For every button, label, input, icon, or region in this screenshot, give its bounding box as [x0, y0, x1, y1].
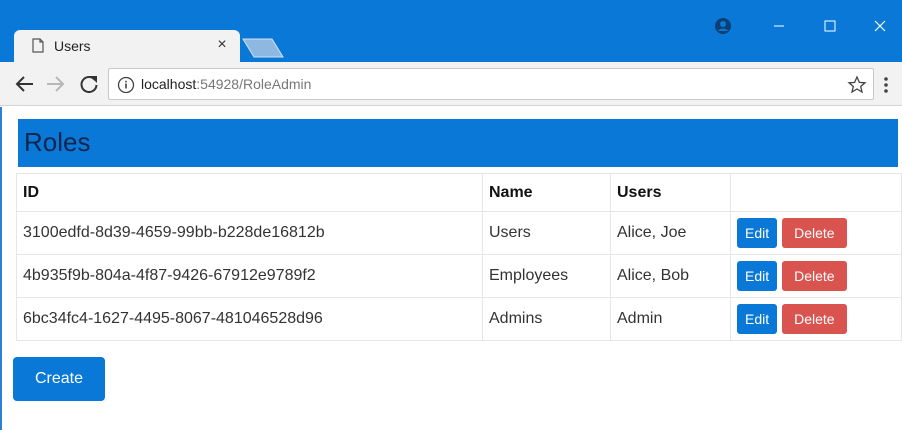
- actions-cell: Edit Delete: [730, 254, 902, 298]
- browser-title-bar: Users ×: [0, 0, 902, 62]
- address-bar[interactable]: localhost:54928/RoleAdmin: [108, 68, 874, 100]
- url-text[interactable]: localhost:54928/RoleAdmin: [141, 76, 311, 92]
- page-content: Roles ID Name Users 3100edfd-8d39-4659-9…: [0, 107, 902, 430]
- star-icon[interactable]: [847, 75, 867, 95]
- table-row: 3100edfd-8d39-4659-99bb-b228de16812b Use…: [16, 211, 902, 255]
- info-icon[interactable]: [117, 76, 135, 94]
- edit-button[interactable]: Edit: [737, 261, 778, 291]
- tab-title: Users: [54, 38, 91, 54]
- table-row: 6bc34fc4-1627-4495-8067-481046528d96 Adm…: [16, 297, 902, 341]
- role-id-cell: 3100edfd-8d39-4659-99bb-b228de16812b: [16, 211, 483, 255]
- actions-cell: Edit Delete: [730, 211, 902, 255]
- edit-button[interactable]: Edit: [737, 304, 778, 334]
- url-path: :54928/RoleAdmin: [196, 76, 312, 92]
- delete-button[interactable]: Delete: [782, 304, 847, 334]
- maximize-icon[interactable]: [808, 12, 852, 40]
- role-users-cell: Alice, Bob: [610, 254, 731, 298]
- role-users-cell: Alice, Joe: [610, 211, 731, 255]
- page-icon: [32, 38, 44, 53]
- page-title: Roles: [18, 119, 898, 167]
- back-icon[interactable]: [12, 72, 38, 96]
- minimize-icon[interactable]: [757, 12, 801, 40]
- account-icon[interactable]: [712, 15, 734, 37]
- role-name-cell: Users: [482, 211, 611, 255]
- table-row: 4b935f9b-804a-4f87-9426-67912e9789f2 Emp…: [16, 254, 902, 298]
- column-header-actions: [730, 173, 902, 212]
- window-close-icon[interactable]: [858, 12, 902, 40]
- role-id-cell: 4b935f9b-804a-4f87-9426-67912e9789f2: [16, 254, 483, 298]
- browser-toolbar: localhost:54928/RoleAdmin: [0, 62, 902, 106]
- forward-icon[interactable]: [42, 72, 68, 96]
- table-header-row: ID Name Users: [16, 173, 902, 212]
- close-icon[interactable]: ×: [212, 35, 232, 55]
- create-button[interactable]: Create: [13, 357, 105, 401]
- role-users-cell: Admin: [610, 297, 731, 341]
- menu-icon[interactable]: [878, 74, 894, 96]
- delete-button[interactable]: Delete: [782, 218, 847, 248]
- column-header-users: Users: [610, 173, 731, 212]
- roles-table: ID Name Users 3100edfd-8d39-4659-99bb-b2…: [16, 173, 902, 341]
- edit-button[interactable]: Edit: [737, 218, 778, 248]
- reload-icon[interactable]: [76, 72, 102, 96]
- new-tab-icon[interactable]: [242, 38, 284, 58]
- role-name-cell: Employees: [482, 254, 611, 298]
- url-host: localhost: [141, 76, 197, 92]
- role-id-cell: 6bc34fc4-1627-4495-8067-481046528d96: [16, 297, 483, 341]
- delete-button[interactable]: Delete: [782, 261, 847, 291]
- column-header-name: Name: [482, 173, 611, 212]
- browser-tab[interactable]: Users ×: [14, 30, 240, 62]
- role-name-cell: Admins: [482, 297, 611, 341]
- actions-cell: Edit Delete: [730, 297, 902, 341]
- column-header-id: ID: [16, 173, 483, 212]
